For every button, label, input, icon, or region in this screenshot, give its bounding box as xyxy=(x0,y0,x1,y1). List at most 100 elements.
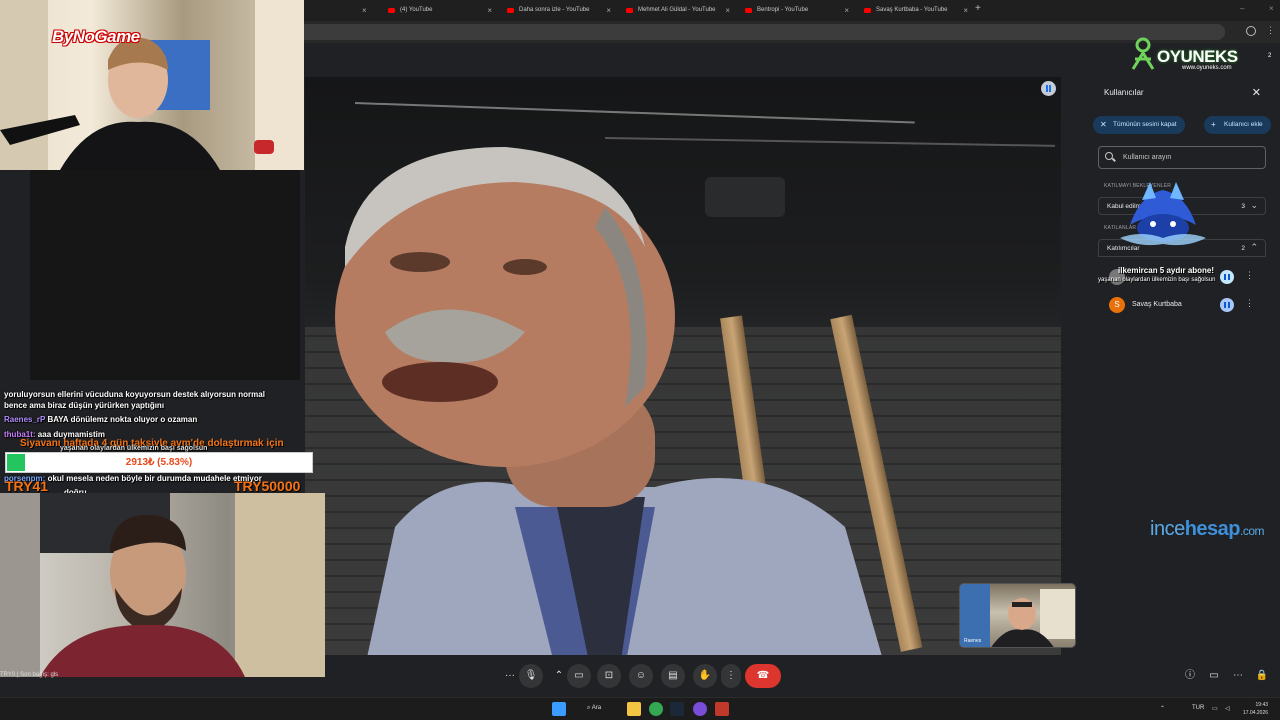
participant-name: Savaş Kurtbaba xyxy=(1132,301,1182,308)
search-icon xyxy=(1105,152,1113,160)
group-count: 2 xyxy=(1241,245,1245,252)
close-icon[interactable]: × xyxy=(487,2,492,19)
more-options-icon[interactable]: ⋮ xyxy=(1245,270,1254,281)
emoji-icon[interactable]: ☺ xyxy=(629,664,653,688)
taskbar-search[interactable]: ⌕ Ara xyxy=(587,705,601,712)
tab-label: Bentropi - YouTube xyxy=(757,7,809,13)
language-indicator[interactable]: TUR xyxy=(1192,705,1204,711)
participant-search-input[interactable]: Kullanıcı arayın xyxy=(1098,146,1266,169)
sponsor-logo-top: OYUNEKS www.oyuneks.com 2 xyxy=(1130,37,1280,73)
chevron-down-icon: ⌄ xyxy=(1250,200,1258,210)
close-icon[interactable]: × xyxy=(362,2,367,19)
tray-chevron-icon[interactable]: ⌃ xyxy=(1160,705,1165,712)
youtube-icon xyxy=(626,8,633,13)
chat-message: Raenes_rP BAYA dönülemz nokta oluyor o o… xyxy=(4,415,197,424)
chat-username: Raenes_rP xyxy=(4,415,46,424)
end-call-button[interactable]: ☎ xyxy=(745,664,781,688)
sponsor-logo-right: incehesap.com xyxy=(1150,518,1265,541)
apps-grid-icon[interactable]: ⋯ xyxy=(1226,664,1250,688)
mute-all-button[interactable]: ✕ Tümünün sesini kapat xyxy=(1093,116,1185,134)
mascot-icon xyxy=(1131,37,1155,70)
volume-icon[interactable]: ◁ xyxy=(1225,705,1230,712)
sponsor-part: .com xyxy=(1240,524,1265,538)
close-icon[interactable]: × xyxy=(725,2,730,19)
close-icon[interactable]: ✕ xyxy=(1252,86,1261,99)
sponsor-url: www.oyuneks.com xyxy=(1182,65,1232,71)
start-icon[interactable] xyxy=(552,702,566,716)
close-icon[interactable]: × xyxy=(844,2,849,19)
more-options-icon[interactable]: ⋮ xyxy=(1245,298,1254,309)
speaker-figure xyxy=(335,147,882,655)
browser-tab-savas[interactable]: Savaş Kurtbaba - YouTube × xyxy=(854,2,972,19)
steam-icon[interactable] xyxy=(670,702,684,716)
guest-figure xyxy=(0,493,325,677)
main-video-tile[interactable] xyxy=(305,77,1061,655)
youtube-icon xyxy=(745,8,752,13)
donation-goal-start: TRY41 xyxy=(5,478,49,494)
host-controls-icon[interactable]: 🔒 xyxy=(1250,664,1274,688)
panel-title: Kullanıcılar xyxy=(1104,88,1144,97)
info-icon[interactable]: ⓘ xyxy=(1178,664,1202,688)
tab-label: Daha sonra izle - YouTube xyxy=(519,7,590,13)
avatar: S xyxy=(1109,297,1125,313)
file-explorer-icon[interactable] xyxy=(627,702,641,716)
minimize-icon[interactable]: – xyxy=(1240,4,1244,13)
donation-goal-target: TRY50000 xyxy=(234,478,301,494)
chrome-icon[interactable] xyxy=(649,702,663,716)
mute-all-label: Tümünün sesini kapat xyxy=(1113,121,1177,128)
subscription-alert: ilkemircan 5 aydır abone! yaşanan olayla… xyxy=(1098,264,1238,288)
background-wire xyxy=(354,102,915,124)
browser-tab-mehmet[interactable]: Mehmet Ali Güldal - YouTube × xyxy=(616,2,734,19)
sponsor-name: OYUNEKS xyxy=(1157,47,1238,66)
windows-taskbar: ⌕ Ara ⌃ TUR ▭ ◁ 19:43 17.04.2026 xyxy=(0,697,1280,720)
clock-time: 19:43 xyxy=(1255,702,1269,708)
recorder-icon[interactable] xyxy=(715,702,729,716)
call-controls: ··· 🎙 ⌃ ▭ ⊡ ☺ ▤ ✋ ⋮ ☎ ⓘ ▭ ⋯ 🔒 xyxy=(0,660,1280,693)
menu-dots-icon[interactable]: ⋮ xyxy=(1266,25,1275,36)
discord-icon[interactable] xyxy=(693,702,707,716)
self-view-tile[interactable]: Raenes xyxy=(959,583,1076,648)
more-options-icon[interactable]: ⋮ xyxy=(721,664,741,688)
participant-row[interactable]: S Savaş Kurtbaba ⋮ xyxy=(1098,293,1266,317)
donation-goal-text: 2913₺ (5.83%) xyxy=(125,457,193,468)
close-window-icon[interactable]: × xyxy=(1269,4,1274,13)
audio-level-icon[interactable] xyxy=(1220,298,1234,312)
search-placeholder: Kullanıcı arayın xyxy=(1123,154,1172,161)
audio-level-icon[interactable] xyxy=(1041,81,1056,96)
chat-background xyxy=(30,170,300,380)
browser-tab-watch-later[interactable]: Daha sonra izle - YouTube × xyxy=(497,2,615,19)
clock-date: 17.04.2026 xyxy=(1243,710,1269,716)
browser-tab-bentropi[interactable]: Bentropi - YouTube × xyxy=(735,2,853,19)
present-screen-icon[interactable]: ⊡ xyxy=(597,664,621,688)
sub-alert-message: yaşanan olaylardan ülkemizin başı sağols… xyxy=(1098,277,1216,283)
clock[interactable]: 19:43 17.04.2026 xyxy=(1243,701,1268,717)
sponsor-part: hesap xyxy=(1184,518,1241,540)
notification-count: 2 xyxy=(1268,53,1272,59)
person-add-icon: + xyxy=(1211,120,1216,129)
donation-goal-bar: 2913₺ (5.83%) xyxy=(5,452,313,473)
network-icon[interactable]: ▭ xyxy=(1212,705,1218,712)
screen: × (4) YouTube × Daha sonra izle - YouTub… xyxy=(0,0,1280,720)
add-user-label: Kullanıcı ekle xyxy=(1224,121,1263,128)
new-tab-button[interactable]: + xyxy=(975,3,981,14)
tab-label: Mehmet Ali Güldal - YouTube xyxy=(638,7,716,13)
add-user-button[interactable]: + Kullanıcı ekle xyxy=(1204,116,1271,134)
browser-tab-youtube-home[interactable]: (4) YouTube × xyxy=(378,2,496,19)
dragon-mascot-icon xyxy=(1120,182,1206,246)
channel-logo: ByNoGame xyxy=(52,27,140,46)
close-icon[interactable]: × xyxy=(963,2,968,19)
youtube-icon xyxy=(388,8,395,13)
raise-hand-icon[interactable]: ✋ xyxy=(693,664,717,688)
sub-alert-title: ilkemircan 5 aydır abone! xyxy=(1118,266,1215,275)
close-icon[interactable]: × xyxy=(606,2,611,19)
chat-icon[interactable]: ▭ xyxy=(1202,664,1226,688)
announcement-sub: yaşanan olaylardan ülkemizin başı sağols… xyxy=(60,445,208,452)
camera-icon[interactable]: ▭ xyxy=(567,664,591,688)
captions-icon[interactable]: ▤ xyxy=(661,664,685,688)
extension-icon[interactable] xyxy=(1246,26,1256,36)
tab-label: (4) YouTube xyxy=(400,7,433,13)
microphone-icon[interactable]: 🎙 xyxy=(519,664,543,688)
group-count: 3 xyxy=(1241,203,1245,210)
chevron-up-icon: ⌃ xyxy=(1250,242,1258,252)
participants-panel: Kullanıcılar ✕ ✕ Tümünün sesini kapat + … xyxy=(1093,78,1271,656)
